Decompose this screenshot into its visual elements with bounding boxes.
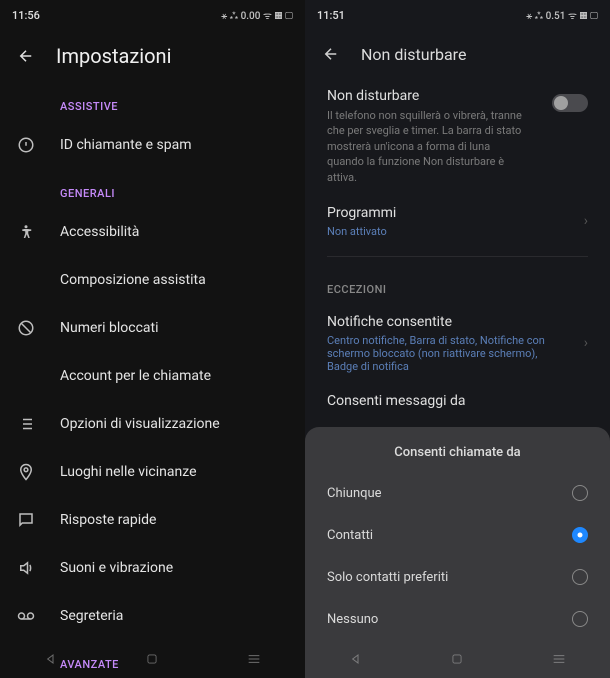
messaggi-title: Consenti messaggi da bbox=[327, 393, 588, 409]
nav-home[interactable] bbox=[450, 652, 464, 666]
spacer-icon bbox=[16, 270, 36, 290]
list-icon bbox=[16, 414, 36, 434]
item-label: Numeri bloccati bbox=[60, 320, 159, 336]
item-nearby-places[interactable]: Luoghi nelle vicinanze bbox=[0, 448, 305, 496]
radio-icon bbox=[572, 569, 588, 585]
block-icon bbox=[16, 318, 36, 338]
item-label: Composizione assistita bbox=[60, 272, 206, 288]
programmi-sub: Non attivato bbox=[327, 225, 396, 238]
chevron-right-icon: › bbox=[584, 213, 588, 229]
nav-back[interactable] bbox=[348, 651, 364, 667]
nav-bar bbox=[305, 640, 610, 678]
radio-icon bbox=[572, 485, 588, 501]
radio-icon bbox=[572, 611, 588, 627]
item-label: Account per le chiamate bbox=[60, 368, 211, 384]
dnd-title: Non disturbare bbox=[327, 88, 527, 104]
item-assisted-dialing[interactable]: Composizione assistita bbox=[0, 256, 305, 304]
item-label: Opzioni di visualizzazione bbox=[60, 416, 220, 432]
notifiche-sub: Centro notifiche, Barra di stato, Notifi… bbox=[327, 334, 557, 373]
spacer-icon bbox=[16, 366, 36, 386]
arrow-left-icon bbox=[17, 47, 35, 65]
item-sounds-vibration[interactable]: Suoni e vibrazione bbox=[0, 544, 305, 592]
screen-dnd: 11:51 ⚹ ⁂ 0.51 ᯤ ▦ ▢ Non disturbare Non … bbox=[305, 0, 610, 678]
programmi-title: Programmi bbox=[327, 205, 396, 221]
item-voicemail[interactable]: Segreteria bbox=[0, 592, 305, 640]
radio-icon-checked bbox=[572, 527, 588, 543]
radio-preferiti[interactable]: Solo contatti preferiti bbox=[305, 556, 610, 598]
screen-settings: 11:56 ⚹ ⁂ 0.00 ᯤ ▦ ▢ Impostazioni ASSIST… bbox=[0, 0, 305, 678]
item-label: ID chiamante e spam bbox=[60, 137, 192, 153]
dnd-desc: Il telefono non squillerà o vibrerà, tra… bbox=[327, 108, 527, 185]
nav-recent[interactable] bbox=[246, 651, 262, 667]
radio-label: Nessuno bbox=[327, 612, 378, 627]
nav-home[interactable] bbox=[145, 652, 159, 666]
dnd-toggle[interactable] bbox=[552, 94, 588, 112]
info-icon bbox=[16, 135, 36, 155]
chevron-right-icon: › bbox=[584, 335, 588, 351]
nav-recent[interactable] bbox=[551, 651, 567, 667]
page-title: Impostazioni bbox=[56, 44, 171, 68]
programmi-row[interactable]: Programmi Non attivato › bbox=[305, 195, 610, 248]
dnd-toggle-row[interactable]: Non disturbare Il telefono non squillerà… bbox=[305, 78, 610, 195]
volume-icon bbox=[16, 558, 36, 578]
accessibility-icon bbox=[16, 222, 36, 242]
item-label: Accessibilità bbox=[60, 224, 139, 240]
nav-bar bbox=[0, 640, 305, 678]
radio-nessuno[interactable]: Nessuno bbox=[305, 598, 610, 640]
notifiche-title: Notifiche consentite bbox=[327, 314, 557, 330]
notifiche-row[interactable]: Notifiche consentite Centro notifiche, B… bbox=[305, 304, 610, 383]
back-button[interactable] bbox=[321, 44, 341, 64]
item-display-options[interactable]: Opzioni di visualizzazione bbox=[0, 400, 305, 448]
item-label: Risposte rapide bbox=[60, 512, 156, 528]
nav-back[interactable] bbox=[43, 651, 59, 667]
bottom-sheet-calls: Consenti chiamate da Chiunque Contatti S… bbox=[305, 427, 610, 640]
messaggi-row[interactable]: Consenti messaggi da bbox=[305, 383, 610, 423]
arrow-left-icon bbox=[322, 45, 340, 63]
radio-label: Chiunque bbox=[327, 486, 382, 501]
radio-label: Contatti bbox=[327, 528, 373, 543]
status-icons: ⚹ ⁂ 0.51 ᯤ ▦ ▢ bbox=[526, 8, 598, 22]
item-label: Luoghi nelle vicinanze bbox=[60, 464, 197, 480]
back-button[interactable] bbox=[16, 46, 36, 66]
item-blocked-numbers[interactable]: Numeri bloccati bbox=[0, 304, 305, 352]
chat-icon bbox=[16, 510, 36, 530]
location-icon bbox=[16, 462, 36, 482]
status-bar: 11:51 ⚹ ⁂ 0.51 ᯤ ▦ ▢ bbox=[305, 0, 610, 30]
item-label: Segreteria bbox=[60, 608, 123, 624]
status-time: 11:51 bbox=[317, 9, 345, 22]
status-time: 11:56 bbox=[12, 9, 40, 22]
voicemail-icon bbox=[16, 606, 36, 626]
section-header-generali: GENERALI bbox=[0, 169, 305, 208]
sheet-title: Consenti chiamate da bbox=[305, 445, 610, 460]
header: Impostazioni bbox=[0, 30, 305, 82]
status-bar: 11:56 ⚹ ⁂ 0.00 ᯤ ▦ ▢ bbox=[0, 0, 305, 30]
item-label: Suoni e vibrazione bbox=[60, 560, 173, 576]
section-header-eccezioni: ECCEZIONI bbox=[305, 265, 610, 304]
radio-label: Solo contatti preferiti bbox=[327, 570, 448, 585]
page-title: Non disturbare bbox=[361, 45, 466, 64]
item-quick-responses[interactable]: Risposte rapide bbox=[0, 496, 305, 544]
status-icons: ⚹ ⁂ 0.00 ᯤ ▦ ▢ bbox=[221, 8, 293, 22]
header: Non disturbare bbox=[305, 30, 610, 78]
section-header-assistive: ASSISTIVE bbox=[0, 82, 305, 121]
item-accessibility[interactable]: Accessibilità bbox=[0, 208, 305, 256]
radio-contatti[interactable]: Contatti bbox=[305, 514, 610, 556]
divider bbox=[327, 256, 588, 257]
radio-chiunque[interactable]: Chiunque bbox=[305, 472, 610, 514]
item-calling-accounts[interactable]: Account per le chiamate bbox=[0, 352, 305, 400]
item-caller-id-spam[interactable]: ID chiamante e spam bbox=[0, 121, 305, 169]
